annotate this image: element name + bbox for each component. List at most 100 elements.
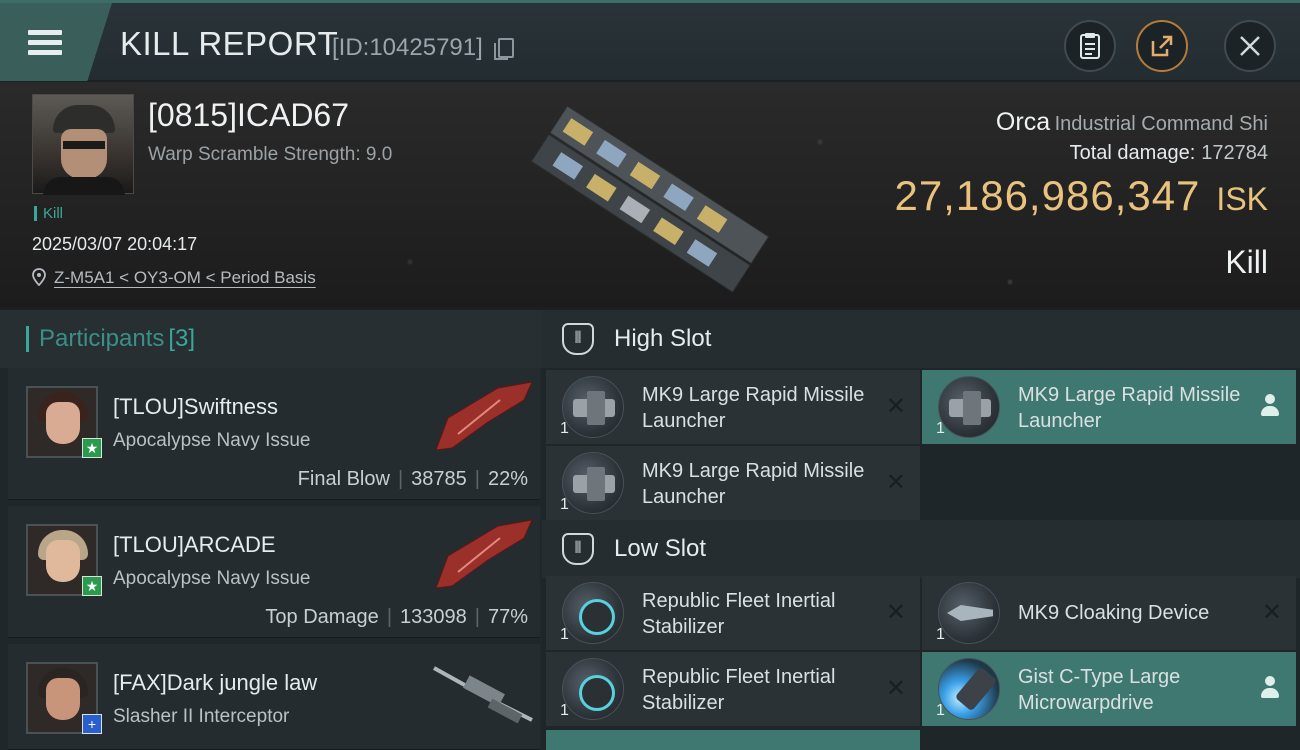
participant-stats: Top Damage | 133098 | 77% (265, 606, 528, 628)
participant-name: [TLOU]ARCADE (113, 532, 276, 557)
participant-card[interactable]: ★ [TLOU]ARCADE Apocalypse Navy Issue Top… (8, 506, 540, 638)
module-name: MK9 Large Rapid Missile Launcher (1018, 384, 1241, 432)
module-qty: 1 (936, 420, 945, 437)
participant-ship: Apocalypse Navy Issue (113, 568, 311, 589)
ship-class: Industrial Command Shi (1054, 113, 1268, 135)
fitting-panel: ⫴ High Slot 1 MK9 Large Rapid Missile La… (542, 310, 1300, 750)
module-qty: 1 (936, 626, 945, 643)
module-name: Republic Fleet Inertial Stabilizer (642, 590, 836, 638)
damage-value: 133098 (400, 606, 467, 628)
participant-ship: Slasher II Interceptor (113, 706, 290, 727)
missile-launcher-icon (562, 376, 624, 438)
participant-name: [TLOU]Swiftness (113, 394, 279, 419)
destroyed-x-icon: ✕ (885, 675, 906, 702)
orca-ship-image (530, 105, 770, 293)
participants-header: Participants [3] (0, 310, 542, 368)
total-damage: Total damage: 172784 (1070, 142, 1268, 165)
participant-card[interactable]: + [FAX]Dark jungle law Slasher II Interc… (8, 644, 540, 750)
module-item[interactable]: 1 Republic Fleet Inertial Stabilizer ✕ (546, 576, 920, 650)
shield-icon: ⫴ (562, 323, 594, 355)
destroyed-x-icon: ✕ (885, 599, 906, 626)
participants-panel: Participants [3] ★ [TLOU]Swiftness Apoca… (0, 310, 542, 750)
total-damage-label: Total damage: (1069, 142, 1196, 164)
module-qty: 1 (560, 702, 569, 719)
module-item[interactable]: 1 Republic Fleet Inertial Stabilizer ✕ (546, 652, 920, 726)
victim-banner: [0815]ICAD67 Warp Scramble Strength: 9.0… (0, 82, 1300, 308)
slasher-ship-image (433, 666, 533, 724)
participant-stats: Final Blow | 38785 | 22% (297, 468, 528, 490)
star-badge-icon: ★ (82, 576, 102, 596)
module-item[interactable]: 1 MK9 Cloaking Device ✕ (922, 576, 1296, 650)
participant-card[interactable]: ★ [TLOU]Swiftness Apocalypse Navy Issue … (8, 368, 540, 500)
module-qty: 1 (560, 626, 569, 643)
report-id: [ID:10425791] (332, 34, 483, 61)
ship-name: Orca (995, 108, 1051, 136)
module-qty: 1 (560, 496, 569, 513)
module-qty: 1 (560, 420, 569, 437)
cloaking-device-icon (938, 582, 1000, 644)
ship-name-line: Orca Industrial Command Shi (996, 108, 1268, 137)
high-slot-header: ⫴ High Slot (542, 310, 1300, 368)
dropped-person-icon (1260, 394, 1280, 420)
destroyed-x-icon: ✕ (885, 393, 906, 420)
participant-name: [FAX]Dark jungle law (113, 670, 318, 695)
low-slot-label: Low Slot (614, 535, 707, 562)
module-item-partial[interactable] (546, 730, 920, 750)
module-name: MK9 Cloaking Device (1018, 602, 1210, 624)
page-title: KILL REPORT (120, 25, 339, 62)
stat-label: Top Damage (265, 606, 379, 628)
inertial-stabilizer-icon (562, 582, 624, 644)
low-slot-header: ⫴ Low Slot (542, 520, 1300, 578)
module-qty: 1 (936, 702, 945, 719)
menu-button[interactable] (0, 3, 112, 81)
high-slot-label: High Slot (614, 325, 712, 352)
shield-icon: ⫴ (562, 533, 594, 565)
warp-scramble-strength: Warp Scramble Strength: 9.0 (148, 144, 393, 165)
module-item[interactable]: 1 MK9 Large Rapid Missile Launcher ✕ (546, 446, 920, 520)
location-pin-icon (32, 268, 46, 286)
menu-icon (28, 25, 62, 60)
result-label: Kill (1225, 244, 1268, 280)
inertial-stabilizer-icon (562, 658, 624, 720)
close-button[interactable] (1224, 20, 1276, 72)
clipboard-icon (1080, 33, 1100, 59)
module-name: Republic Fleet Inertial Stabilizer (642, 666, 836, 714)
destroyed-x-icon: ✕ (885, 469, 906, 496)
module-item[interactable]: 1 MK9 Large Rapid Missile Launcher ✕ (546, 370, 920, 444)
participant-ship: Apocalypse Navy Issue (113, 430, 311, 451)
module-name: MK9 Large Rapid Missile Launcher (642, 460, 865, 508)
damage-percent: 22% (487, 468, 528, 490)
header-bar: KILL REPORT [ID:10425791] (0, 0, 1300, 81)
plus-badge-icon: + (82, 714, 102, 734)
module-item[interactable]: 1 MK9 Large Rapid Missile Launcher (922, 370, 1296, 444)
share-icon (1151, 35, 1173, 57)
share-button[interactable] (1136, 20, 1188, 72)
isk-value-line: 27,186,986,347 ISK (894, 172, 1268, 220)
copy-icon[interactable] (494, 38, 514, 60)
participants-count: [3] (168, 325, 196, 352)
participants-label: Participants (39, 325, 165, 352)
missile-launcher-icon (938, 376, 1000, 438)
microwarpdrive-icon (938, 658, 1000, 720)
kill-datetime: 2025/03/07 20:04:17 (32, 234, 198, 254)
victim-avatar[interactable] (32, 94, 134, 195)
close-icon (1240, 36, 1260, 56)
clipboard-button[interactable] (1064, 20, 1116, 72)
apocalypse-ship-image (435, 519, 533, 589)
star-badge-icon: ★ (82, 438, 102, 458)
missile-launcher-icon (562, 452, 624, 514)
stat-label: Final Blow (297, 468, 390, 490)
damage-percent: 77% (487, 606, 528, 628)
isk-value: 27,186,986,347 (894, 172, 1201, 219)
module-item[interactable]: 1 Gist C-Type Large Microwarpdrive (922, 652, 1296, 726)
damage-value: 38785 (411, 468, 467, 490)
dropped-person-icon (1260, 676, 1280, 702)
kill-location-link[interactable]: Z-M5A1 < OY3-OM < Period Basis (54, 268, 316, 288)
total-damage-value: 172784 (1201, 142, 1268, 164)
isk-unit: ISK (1216, 181, 1268, 217)
module-name: MK9 Large Rapid Missile Launcher (642, 384, 865, 432)
apocalypse-ship-image (435, 381, 533, 451)
victim-name: [0815]ICAD67 (148, 97, 350, 133)
module-name: Gist C-Type Large Microwarpdrive (1018, 666, 1181, 714)
kill-tag: Kill (34, 206, 63, 221)
